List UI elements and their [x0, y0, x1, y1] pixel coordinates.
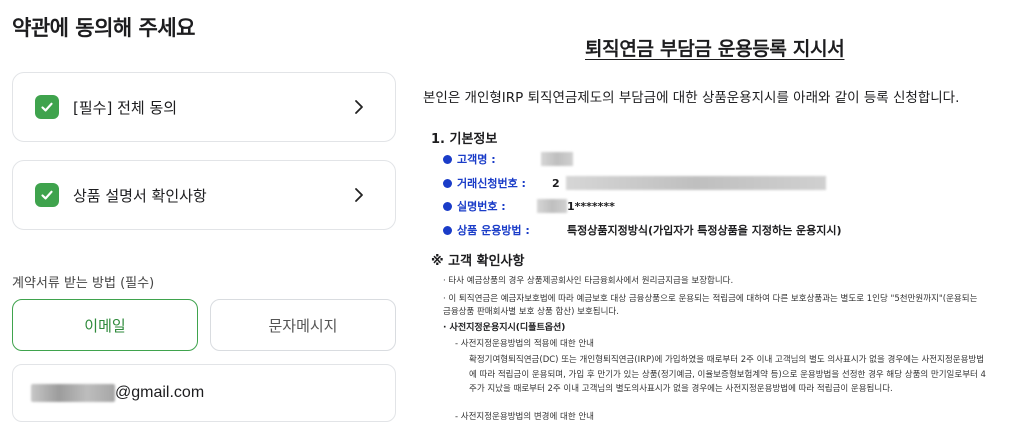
- redacted-value: [565, 176, 826, 190]
- product-confirm-card[interactable]: 상품 설명서 확인사항: [12, 160, 396, 230]
- product-confirm-label: 상품 설명서 확인사항: [73, 186, 207, 205]
- document-title: 퇴직연금 부담금 운용등록 지시서: [585, 38, 845, 60]
- field-value: 1*******: [567, 199, 615, 213]
- field-real-name-no: 실명번호 : 1*******: [443, 198, 615, 214]
- field-account-no: 거래신청번호 : 2: [443, 175, 826, 191]
- redacted-value: [537, 199, 567, 213]
- field-label: 고객명 :: [457, 153, 496, 166]
- field-value: 특정상품지정방식(가입자가 특정상품을 지정하는 운용지시): [567, 224, 842, 237]
- note-line: · 타사 예금상품의 경우 상품제공회사인 타금융회사에서 원리금지급을 보장합…: [443, 276, 734, 286]
- checkbox-checked-icon[interactable]: [35, 95, 59, 119]
- agree-all-label: [필수] 전체 동의: [73, 98, 178, 117]
- email-domain: @gmail.com: [115, 384, 205, 401]
- chevron-right-icon[interactable]: [351, 99, 367, 115]
- para-line: 에 따라 적립금이 운용되며, 가입 후 만기가 있는 상품(정기예금, 이율보…: [469, 370, 986, 380]
- redacted-value: [541, 152, 573, 166]
- sms-option-button[interactable]: 문자메시지: [210, 299, 396, 351]
- para-line: 주가 지났을 때로부터 2주 이내 고객님의 별도의사표시가 없을 경우에는 사…: [469, 384, 893, 394]
- sub-item: - 사전지정운용방법의 변경에 대한 안내: [455, 412, 594, 422]
- receive-method-label: 계약서류 받는 방법 (필수): [12, 276, 155, 291]
- chevron-right-icon[interactable]: [351, 187, 367, 203]
- sub-section-title: · 사전지정운용지시(디폴트옵션): [443, 323, 566, 333]
- bullet-icon: [443, 154, 452, 164]
- bullet-icon: [443, 178, 452, 188]
- redacted-email-user: [31, 384, 115, 402]
- email-option-button[interactable]: 이메일: [12, 299, 198, 351]
- bullet-icon: [443, 225, 452, 235]
- section-basic-info: 1. 기본정보: [431, 132, 498, 147]
- para-line: 확정기여형퇴직연금(DC) 또는 개인형퇴직연금(IRP)에 가입하였을 때로부…: [469, 355, 985, 365]
- field-method: 상품 운용방법 : 특정상품지정방식(가입자가 특정상품을 지정하는 운용지시): [443, 222, 842, 238]
- agree-all-card[interactable]: [필수] 전체 동의: [12, 72, 396, 142]
- note-line: 금융상품 판매회사별 보호 상품 합산) 보호됩니다.: [443, 307, 619, 317]
- section-customer-confirm: ※ 고객 확인사항: [431, 254, 525, 269]
- field-customer-name: 고객명 :: [443, 151, 573, 167]
- field-label: 상품 운용방법 :: [457, 224, 530, 237]
- email-input[interactable]: @gmail.com: [12, 364, 396, 422]
- document-intro: 본인은 개인형IRP 퇴직연금제도의 부담금에 대한 상품운용지시를 아래와 같…: [423, 90, 960, 106]
- field-label: 실명번호 :: [457, 200, 506, 213]
- note-line: · 이 퇴직연금은 예금자보호법에 따라 예금보호 대상 금융상품으로 운용되는…: [443, 294, 978, 304]
- field-value: 2: [552, 176, 560, 190]
- bullet-icon: [443, 201, 452, 211]
- field-label: 거래신청번호 :: [457, 177, 526, 190]
- terms-panel: 약관에 동의해 주세요 [필수] 전체 동의 상품 설명서 확인사항 계약서류 …: [0, 0, 410, 422]
- page-title: 약관에 동의해 주세요: [12, 16, 196, 40]
- checkbox-checked-icon[interactable]: [35, 183, 59, 207]
- document-preview: 퇴직연금 부담금 운용등록 지시서 본인은 개인형IRP 퇴직연금제도의 부담금…: [413, 0, 1024, 422]
- sub-item: - 사전지정운용방법의 적용에 대한 안내: [455, 339, 594, 349]
